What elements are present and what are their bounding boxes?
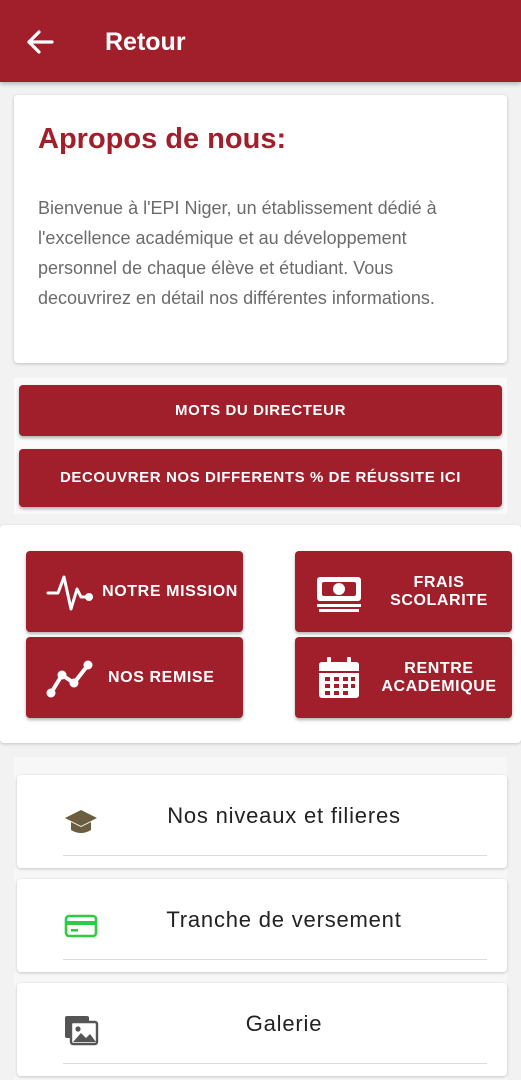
director-words-button[interactable]: MOTS DU DIRECTEUR [19, 385, 502, 436]
success-rates-button[interactable]: DECOUVRER NOS DIFFERENTS % DE RÉUSSITE I… [19, 449, 502, 507]
heartbeat-icon [46, 575, 93, 611]
trend-line-icon [46, 660, 93, 698]
list-item-label: Tranche de versement [166, 907, 402, 932]
discount-tile[interactable]: NOS REMISE [26, 637, 243, 718]
about-title: Apropos de nous: [38, 123, 287, 155]
about-text: Bienvenue à l'EPI Niger, un établissemen… [38, 198, 437, 308]
fees-tile[interactable]: FRAIS SCOLARITE [295, 551, 512, 632]
divider [63, 959, 487, 960]
list-item-payments[interactable]: Tranche de versement [17, 879, 507, 972]
menu-grid: NOTRE MISSION FRAIS SCOLARITE NOS REMISE [0, 525, 521, 743]
divider [63, 855, 487, 856]
tile-label: NOS REMISE [108, 668, 215, 686]
app-bar: Retour [0, 0, 521, 82]
tile-label: RENTRE ACADEMIQUE [381, 659, 497, 695]
mission-tile[interactable]: NOTRE MISSION [26, 551, 243, 632]
list-item-label: Galerie [245, 1011, 323, 1036]
tile-label: FRAIS SCOLARITE [390, 573, 488, 609]
tile-label: NOTRE MISSION [102, 582, 238, 600]
about-card: Apropos de nous: Bienvenue à l'EPI Niger… [14, 95, 507, 363]
list-item-label: Nos niveaux et filieres [167, 803, 401, 828]
calendar-icon [319, 657, 359, 698]
arrow-left-icon [27, 30, 54, 54]
action-buttons: MOTS DU DIRECTEUR DECOUVRER NOS DIFFEREN… [14, 378, 507, 514]
money-icon [317, 577, 361, 612]
academic-start-tile[interactable]: RENTRE ACADEMIQUE [295, 637, 512, 718]
appbar-title: Retour [105, 28, 186, 56]
divider [63, 1063, 487, 1064]
list-item-levels[interactable]: Nos niveaux et filieres [17, 775, 507, 868]
back-button[interactable] [22, 26, 58, 58]
list-item-gallery[interactable]: Galerie [17, 983, 507, 1076]
